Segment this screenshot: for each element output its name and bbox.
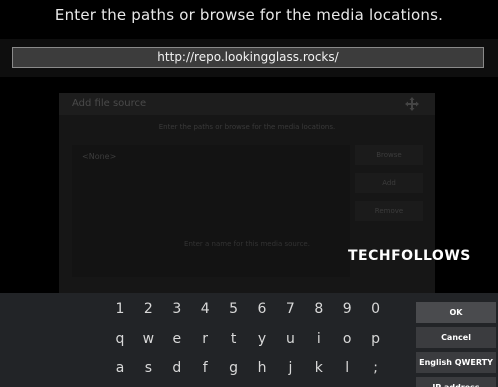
key-7[interactable]: 7 xyxy=(277,298,303,320)
key-1[interactable]: 1 xyxy=(107,298,133,320)
key-a[interactable]: a xyxy=(107,357,133,379)
key-semicolon[interactable]: ; xyxy=(363,357,389,379)
source-path-list: <None> xyxy=(72,145,350,277)
keyboard-layout-button[interactable]: English QWERTY xyxy=(416,352,496,373)
key-8[interactable]: 8 xyxy=(306,298,332,320)
key-4[interactable]: 4 xyxy=(192,298,218,320)
key-r[interactable]: r xyxy=(192,328,218,350)
source-path-item: <None> xyxy=(82,152,117,161)
ok-button[interactable]: OK xyxy=(416,302,496,323)
add-file-source-header: Add file source xyxy=(59,93,435,115)
key-i[interactable]: i xyxy=(306,328,332,350)
key-s[interactable]: s xyxy=(135,357,161,379)
key-y[interactable]: y xyxy=(249,328,275,350)
key-k[interactable]: k xyxy=(306,357,332,379)
key-9[interactable]: 9 xyxy=(334,298,360,320)
key-p[interactable]: p xyxy=(363,328,389,350)
key-t[interactable]: t xyxy=(221,328,247,350)
ip-address-button[interactable]: IP address xyxy=(416,377,496,387)
key-e[interactable]: e xyxy=(164,328,190,350)
key-5[interactable]: 5 xyxy=(221,298,247,320)
add-file-source-subtitle: Enter the paths or browse for the media … xyxy=(158,123,336,131)
keyboard-dialog-screen: Enter the paths or browse for the media … xyxy=(0,0,498,387)
key-u[interactable]: u xyxy=(277,328,303,350)
url-input[interactable]: http://repo.lookingglass.rocks/ xyxy=(12,47,484,68)
key-g[interactable]: g xyxy=(221,357,247,379)
key-3[interactable]: 3 xyxy=(164,298,190,320)
remove-button: Remove xyxy=(355,201,423,221)
key-0[interactable]: 0 xyxy=(363,298,389,320)
browse-button: Browse xyxy=(355,145,423,165)
add-button: Add xyxy=(355,173,423,193)
on-screen-keyboard: 1 2 3 4 5 6 7 8 9 0 q w e r t y u i o p a s d f g h j k l; OK Cancel… xyxy=(0,293,498,387)
move-icon xyxy=(405,97,419,111)
key-h[interactable]: h xyxy=(249,357,275,379)
key-j[interactable]: j xyxy=(277,357,303,379)
dialog-prompt: Enter the paths or browse for the media … xyxy=(54,6,444,24)
key-w[interactable]: w xyxy=(135,328,161,350)
techfollows-watermark: TECHFOLLOWS xyxy=(348,248,471,264)
key-f[interactable]: f xyxy=(192,357,218,379)
key-o[interactable]: o xyxy=(334,328,360,350)
key-l[interactable]: l xyxy=(334,357,360,379)
key-d[interactable]: d xyxy=(164,357,190,379)
key-q[interactable]: q xyxy=(107,328,133,350)
source-name-hint: Enter a name for this media source. xyxy=(184,240,310,248)
add-file-source-title: Add file source xyxy=(72,98,147,109)
key-2[interactable]: 2 xyxy=(135,298,161,320)
cancel-button[interactable]: Cancel xyxy=(416,327,496,348)
key-6[interactable]: 6 xyxy=(249,298,275,320)
